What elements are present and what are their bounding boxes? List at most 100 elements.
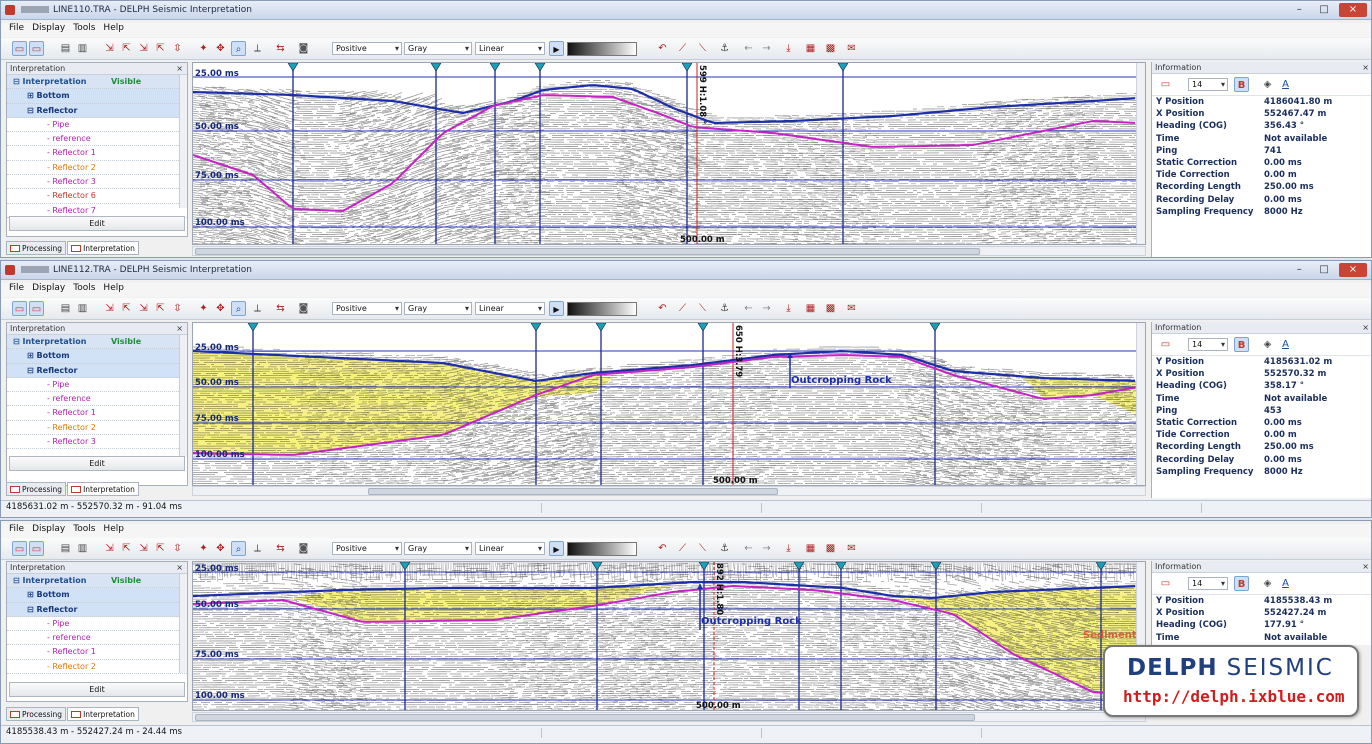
arrow-left-icon[interactable]: ← [741, 541, 756, 556]
anchor-icon[interactable]: ⚓ [717, 41, 732, 56]
edit-button[interactable]: Edit [9, 456, 185, 471]
tree-item[interactable]: - Reflector 1 [7, 645, 187, 660]
tree-item[interactable]: ⊞ Bottom [7, 349, 187, 364]
window-titlebar[interactable]: LINE112.TRA - DELPH Seismic Interpretati… [1, 261, 1371, 280]
export-icon[interactable]: ⤓ [781, 541, 796, 556]
print-icon[interactable]: ▤ [58, 41, 73, 56]
tree-item[interactable]: - Pipe [7, 378, 187, 393]
erase-line-icon[interactable]: ⟍ [695, 41, 710, 56]
menu-display[interactable]: Display [32, 23, 65, 33]
split-icon[interactable]: ⇆ [273, 541, 288, 556]
zoom-window-icon[interactable]: ⌕ [231, 41, 246, 56]
tree-item[interactable]: ⊟ Reflector [7, 103, 187, 118]
menu-display[interactable]: Display [32, 524, 65, 534]
menu-file[interactable]: File [9, 283, 24, 293]
minimize-button[interactable]: – [1289, 3, 1309, 17]
fill-color-icon[interactable]: ◈ [1260, 77, 1275, 92]
arrow-right-icon[interactable]: → [759, 301, 774, 316]
play-icon[interactable]: ▶ [549, 41, 564, 56]
tree-item[interactable]: - reference [7, 631, 187, 646]
seismic-profile[interactable]: 25.00 ms 50.00 ms 75.00 ms 100.00 ms 500.00 … [193, 562, 1145, 710]
tree-item[interactable]: ⊞ Bottom [7, 89, 187, 104]
fill-color-icon[interactable]: ◈ [1260, 576, 1275, 591]
tab-processing[interactable]: Processing [6, 241, 67, 255]
pan-icon[interactable]: ✥ [213, 541, 228, 556]
split-icon[interactable]: ⇆ [273, 301, 288, 316]
tab-processing[interactable]: Processing [6, 707, 67, 721]
menu-tools[interactable]: Tools [73, 23, 95, 33]
print-icon[interactable]: ▤ [58, 541, 73, 556]
view-vertical-scrollbar[interactable] [1136, 63, 1145, 244]
measure-icon[interactable]: ⟂ [250, 41, 265, 56]
zoom-window-icon[interactable]: ⌕ [231, 301, 246, 316]
font-size-select[interactable]: 14 [1188, 577, 1228, 590]
tree-item[interactable]: - Reflector 1 [7, 146, 187, 161]
zoom-x-out-icon[interactable]: ⇱ [119, 541, 134, 556]
close-icon[interactable]: × [176, 323, 183, 335]
undo-icon[interactable]: ↶ [655, 41, 670, 56]
palette-select[interactable]: Gray [404, 42, 472, 55]
scroll-thumb[interactable] [368, 488, 778, 495]
tree-item[interactable]: - Reflector 2 [7, 161, 187, 176]
zoom-x-in-icon[interactable]: ⇲ [102, 41, 117, 56]
tree-item[interactable]: - Pipe [7, 118, 187, 133]
arrow-left-icon[interactable]: ← [741, 301, 756, 316]
zoom-x-in-icon[interactable]: ⇲ [102, 301, 117, 316]
polarity-select[interactable]: Positive [332, 42, 402, 55]
close-icon[interactable]: × [176, 562, 183, 574]
anchor-icon[interactable]: ⚓ [717, 301, 732, 316]
tab-interpretation[interactable]: Interpretation [67, 482, 139, 496]
view-mode-1-icon[interactable]: ▭ [12, 41, 27, 56]
font-size-select[interactable]: 14 [1188, 338, 1228, 351]
maximize-button[interactable]: □ [1314, 3, 1334, 17]
erase-line-icon[interactable]: ⟍ [695, 541, 710, 556]
menu-display[interactable]: Display [32, 283, 65, 293]
tree-item[interactable]: - Pipe [7, 617, 187, 632]
export-icon[interactable]: ⤓ [781, 301, 796, 316]
tree-item[interactable]: - Reflector 3 [7, 435, 187, 450]
menu-help[interactable]: Help [103, 23, 124, 33]
info-layout-icon[interactable]: ▭ [1158, 337, 1173, 352]
view-vertical-scrollbar[interactable] [1136, 323, 1145, 485]
zoom-y-out-icon[interactable]: ⇱ [153, 541, 168, 556]
font-size-select[interactable]: 14 [1188, 78, 1228, 91]
seismic-view[interactable]: 25.00 ms 50.00 ms 75.00 ms 100.00 ms 500.00 … [192, 62, 1146, 245]
view-mode-2-icon[interactable]: ▭ [29, 541, 44, 556]
print-icon[interactable]: ▤ [58, 301, 73, 316]
palette-gradient[interactable] [567, 542, 637, 556]
zoom-y-in-icon[interactable]: ⇲ [136, 541, 151, 556]
layers-icon[interactable]: ▦ [803, 541, 818, 556]
draw-line-icon[interactable]: ⟋ [675, 301, 690, 316]
zoom-y-out-icon[interactable]: ⇱ [153, 301, 168, 316]
edit-button[interactable]: Edit [9, 216, 185, 231]
close-button[interactable]: × [1339, 3, 1367, 17]
zoom-x-out-icon[interactable]: ⇱ [119, 41, 134, 56]
fill-color-icon[interactable]: ◈ [1260, 337, 1275, 352]
grid-icon[interactable]: ▩ [823, 541, 838, 556]
pointer-icon[interactable]: ✦ [196, 41, 211, 56]
polarity-select[interactable]: Positive [332, 542, 402, 555]
close-icon[interactable]: × [1362, 322, 1369, 334]
tree-item[interactable]: ⊟ Reflector [7, 602, 187, 617]
arrow-left-icon[interactable]: ← [741, 41, 756, 56]
envelope-icon[interactable]: ✉ [844, 541, 859, 556]
seismic-view[interactable]: 25.00 ms 50.00 ms 75.00 ms 100.00 ms 500.00 … [192, 322, 1146, 486]
maximize-button[interactable]: □ [1314, 263, 1334, 277]
scale-select[interactable]: Linear [475, 42, 545, 55]
zoom-y-in-icon[interactable]: ⇲ [136, 41, 151, 56]
panel-scrollbar[interactable] [179, 574, 187, 673]
export-icon[interactable]: ⤓ [781, 41, 796, 56]
play-icon[interactable]: ▶ [549, 301, 564, 316]
tree-item[interactable]: - reference [7, 132, 187, 147]
pointer-icon[interactable]: ✦ [196, 541, 211, 556]
measure-icon[interactable]: ⟂ [250, 301, 265, 316]
panel-scrollbar[interactable] [179, 75, 187, 208]
grid-icon[interactable]: ▩ [823, 41, 838, 56]
tab-processing[interactable]: Processing [6, 482, 67, 496]
print-preview-icon[interactable]: ▥ [75, 541, 90, 556]
polarity-select[interactable]: Positive [332, 302, 402, 315]
zoom-x-out-icon[interactable]: ⇱ [119, 301, 134, 316]
font-color-icon[interactable]: A [1278, 77, 1293, 92]
pointer-icon[interactable]: ✦ [196, 301, 211, 316]
tree-item[interactable]: - Reflector 2 [7, 421, 187, 436]
